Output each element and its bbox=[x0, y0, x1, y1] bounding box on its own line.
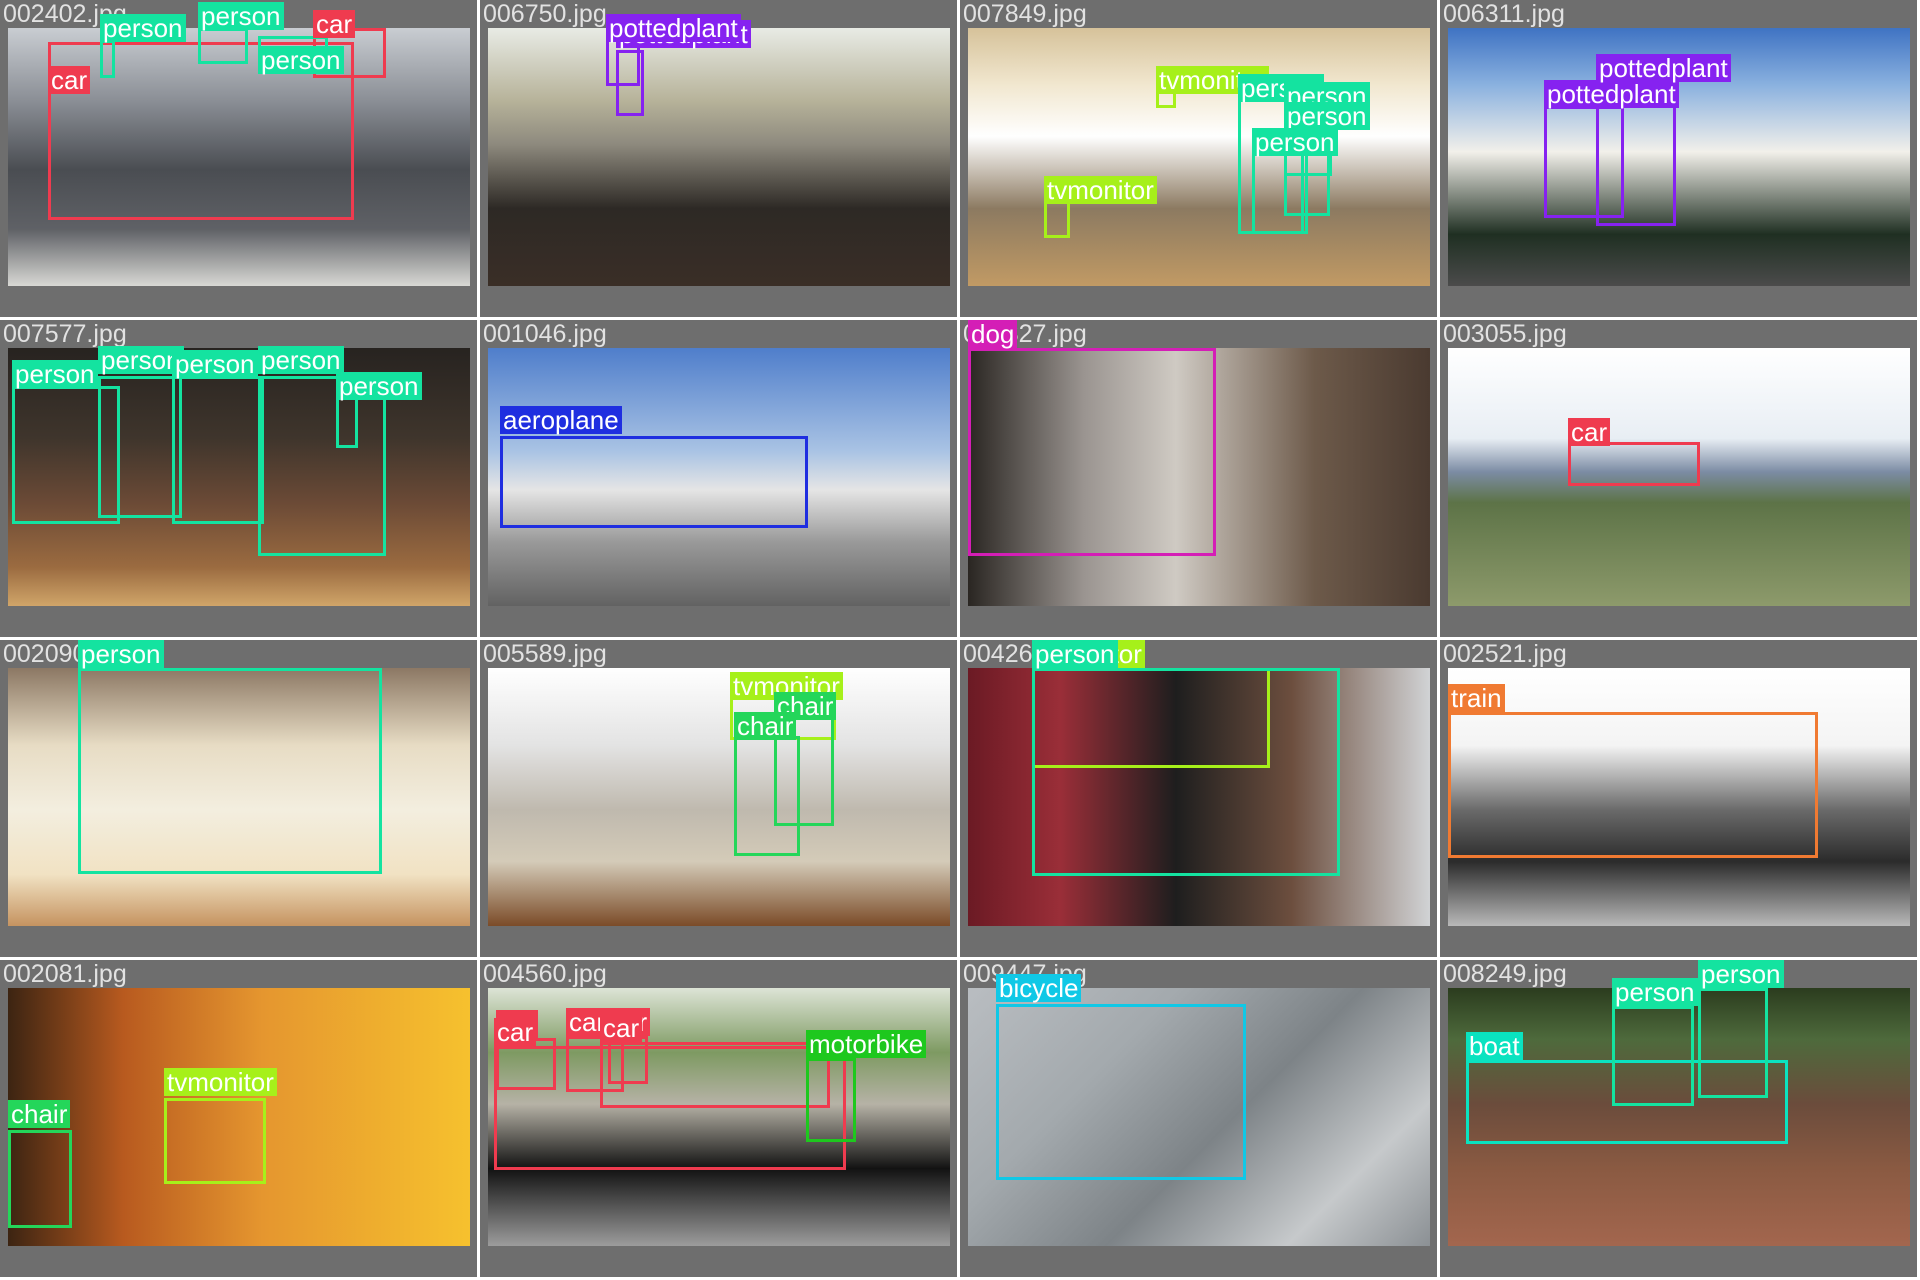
mosaic-tile: 002521.jpg train bbox=[1440, 640, 1920, 960]
mosaic-tile: 002081.jpg tvmonitor chair bbox=[0, 960, 480, 1280]
class-label: chair bbox=[8, 1100, 71, 1128]
class-label: tvmonitor bbox=[1044, 176, 1157, 204]
bounding-box-person bbox=[78, 668, 382, 874]
class-label: dog bbox=[968, 320, 1018, 348]
bounding-box-chair bbox=[734, 736, 800, 856]
bounding-box-person bbox=[172, 376, 264, 524]
mosaic-tile: 002402.jpg car car person person person bbox=[0, 0, 480, 320]
image-filename: 006311.jpg bbox=[1443, 0, 1565, 28]
class-label: car bbox=[1568, 418, 1611, 446]
bounding-box-person bbox=[1252, 150, 1304, 234]
mosaic-tile: 007849.jpg tvmonitor tvmonitor person person… bbox=[960, 0, 1440, 320]
bounding-box-motorbike bbox=[806, 1058, 856, 1142]
image-filename: 006750.jpg bbox=[483, 0, 607, 28]
class-label: pottedplant bbox=[606, 14, 741, 42]
image-filename: 007849.jpg bbox=[963, 0, 1087, 28]
class-label: boat bbox=[1466, 1032, 1523, 1060]
class-label: person bbox=[1612, 978, 1698, 1006]
mosaic-tile: 003327.jpg dog bbox=[960, 320, 1440, 640]
image-filename: 007577.jpg bbox=[3, 320, 127, 348]
class-label: chair bbox=[734, 712, 797, 740]
bounding-box-person bbox=[100, 40, 115, 78]
class-label: person bbox=[78, 640, 164, 668]
class-label: car bbox=[494, 1018, 537, 1046]
class-label: car bbox=[48, 66, 91, 94]
bounding-box-aeroplane bbox=[500, 436, 808, 528]
mosaic-tile: 006311.jpg pottedplant pottedplant bbox=[1440, 0, 1920, 320]
mosaic-tile: 003055.jpg car bbox=[1440, 320, 1920, 640]
class-label: pottedplant bbox=[1544, 80, 1679, 108]
class-label: person bbox=[258, 46, 344, 74]
bounding-box-person bbox=[336, 394, 358, 448]
image-filename: 002521.jpg bbox=[1443, 640, 1567, 668]
bounding-box-person bbox=[98, 376, 182, 518]
image-filename: 003055.jpg bbox=[1443, 320, 1567, 348]
class-label: person bbox=[258, 346, 344, 374]
class-label: train bbox=[1448, 684, 1505, 712]
mosaic-tile: 004267.jpgtvmonitorperson bbox=[960, 640, 1440, 960]
image-filename: 008249.jpg bbox=[1443, 960, 1567, 988]
class-label: motorbike bbox=[806, 1030, 927, 1058]
bounding-box-car bbox=[1568, 442, 1700, 486]
mosaic-tile: 005589.jpg tvmonitor chair chair bbox=[480, 640, 960, 960]
class-label: person bbox=[198, 2, 284, 30]
class-label: person bbox=[1284, 102, 1370, 130]
image-filename: 001046.jpg bbox=[483, 320, 607, 348]
class-label: car bbox=[600, 1014, 643, 1042]
bounding-box-person bbox=[258, 376, 386, 556]
class-label: person bbox=[1698, 960, 1784, 988]
class-label: person bbox=[12, 360, 98, 388]
bounding-box-person bbox=[198, 28, 248, 64]
image-filename: 005589.jpg bbox=[483, 640, 607, 668]
class-label: person bbox=[98, 346, 184, 374]
class-label: person bbox=[172, 350, 258, 378]
bounding-box-car bbox=[494, 1046, 846, 1170]
mosaic-tile: 004560.jpgcarcarcarcarcarmotorbike bbox=[480, 960, 960, 1280]
image-filename: 002081.jpg bbox=[3, 960, 127, 988]
mosaic-tile: 009447.jpgbicycle bbox=[960, 960, 1440, 1280]
class-label: person bbox=[1032, 640, 1118, 668]
class-label: car bbox=[313, 10, 356, 38]
class-label: bicycle bbox=[996, 974, 1082, 1002]
bounding-box-person bbox=[1612, 1006, 1694, 1106]
class-label: person bbox=[100, 14, 186, 42]
mosaic-tile: 002090.jpg person bbox=[0, 640, 480, 960]
mosaic-tile: 008249.jpg boat person person bbox=[1440, 960, 1920, 1280]
class-label: aeroplane bbox=[500, 406, 622, 434]
class-label: person bbox=[1252, 128, 1338, 156]
bounding-box-person bbox=[1698, 988, 1768, 1098]
scene-photo bbox=[488, 28, 950, 286]
mosaic-tile: 006750.jpgpottedplantpottedplant bbox=[480, 0, 960, 320]
scene-photo bbox=[488, 668, 950, 926]
class-label: person bbox=[336, 372, 422, 400]
bounding-box-dog bbox=[968, 348, 1216, 556]
mosaic-tile: 007577.jpg person person person person person bbox=[0, 320, 480, 640]
class-label: pottedplant bbox=[1596, 54, 1731, 82]
detection-mosaic: 002402.jpg car car person person person 006750… bbox=[0, 0, 1920, 1280]
bounding-box-bicycle bbox=[996, 1004, 1246, 1180]
class-label: tvmonitor bbox=[164, 1068, 277, 1096]
bounding-box-person bbox=[1032, 668, 1340, 876]
bounding-box-chair bbox=[8, 1130, 72, 1228]
image-filename: 004560.jpg bbox=[483, 960, 607, 988]
bounding-box-train bbox=[1448, 712, 1818, 858]
mosaic-tile: 001046.jpg aeroplane bbox=[480, 320, 960, 640]
bounding-box-tvmonitor bbox=[164, 1098, 266, 1184]
